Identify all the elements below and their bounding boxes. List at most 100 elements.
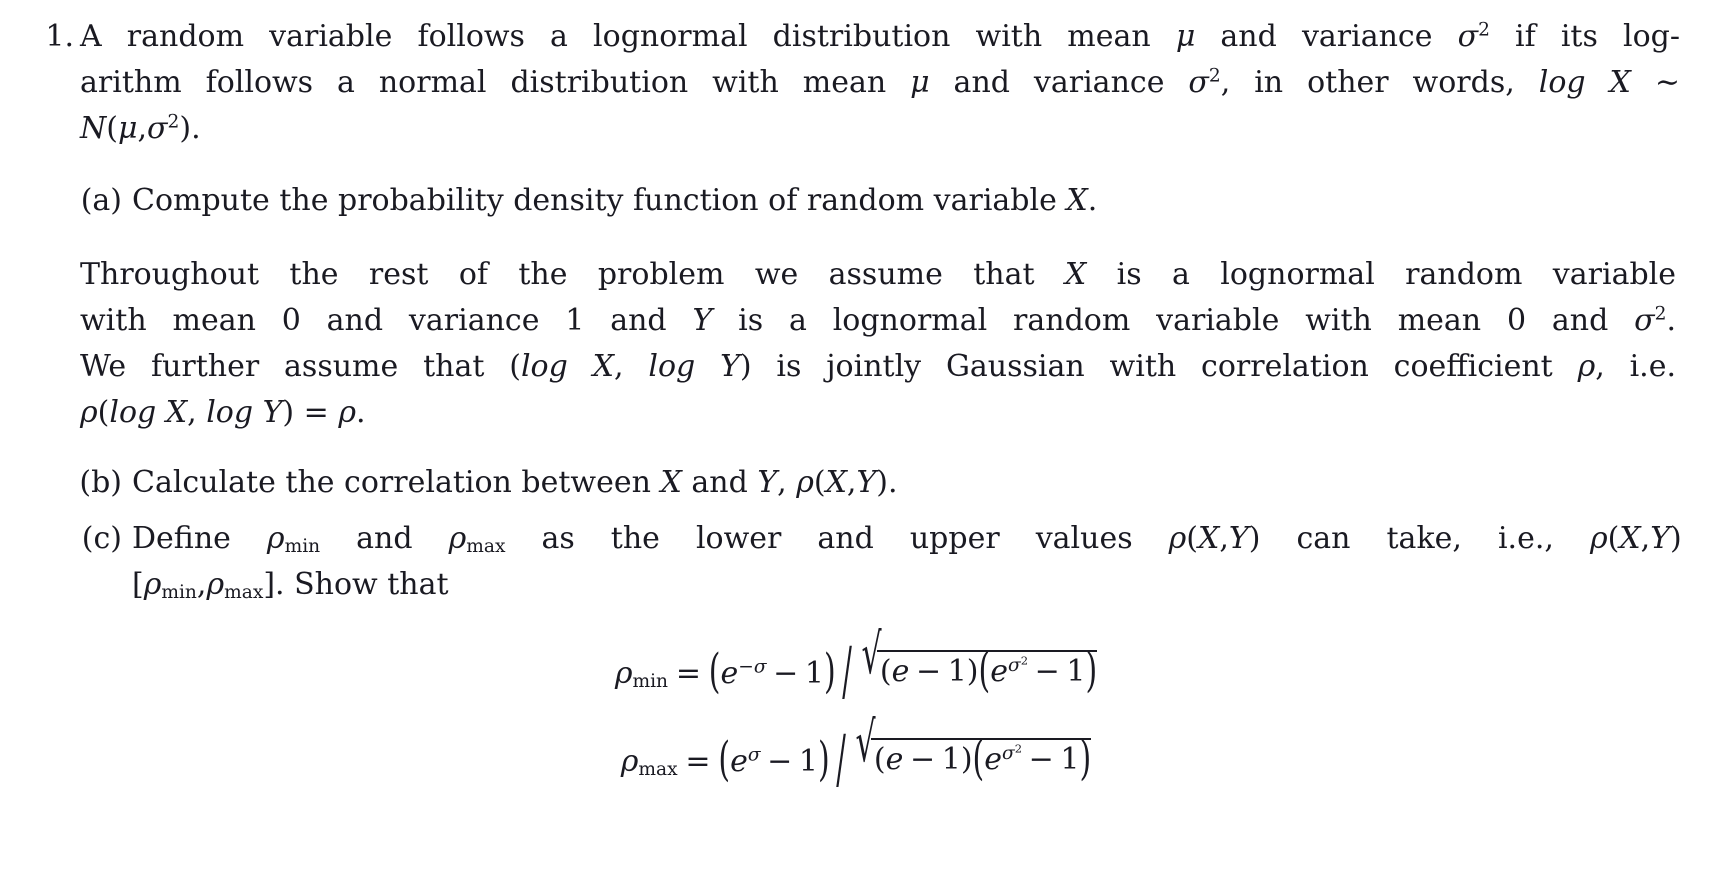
intro-line-2: arithm follows a normal distribution wit… (80, 60, 1680, 106)
mu-symbol-1: μ (1175, 19, 1196, 54)
subitem-b-text-c: . (888, 465, 898, 500)
log-x-m4: log X (109, 395, 188, 430)
var-x-c1: X (1198, 521, 1220, 556)
var-x-c2: X (1619, 521, 1641, 556)
subitem-a-text-a: Compute the probability density function… (132, 183, 1067, 218)
eq1-divide-slash: / (841, 634, 852, 710)
comma-c1: , (1219, 521, 1229, 556)
paren-open-1: ( (106, 111, 118, 146)
eq2-den1-paren-close: ) (960, 742, 973, 778)
eq1-equals: = (675, 656, 701, 691)
problem-item-1: 1. A random variable follows a lognormal… (30, 14, 1680, 152)
mu-symbol-2: μ (910, 65, 930, 100)
mu-symbol-3: μ (117, 111, 138, 146)
subitem-b: (b) Calculate the correlation between X … (68, 460, 1668, 506)
eq2-den2-paren-close: ) (1079, 731, 1092, 787)
eq2-den1-paren-open: ( (873, 742, 886, 778)
middle-paragraph-text: Throughout the rest of the problem we as… (80, 252, 1676, 436)
eq1-num-exponent: −σ (738, 656, 767, 678)
rho-max-symbol-c: ρ (448, 521, 467, 556)
middle-line-2-a: with mean 0 and variance 1 and (80, 303, 693, 338)
var-x-m1: X (1064, 257, 1087, 292)
eq1-lhs-rho: ρ (614, 656, 633, 691)
eq2-den1-minus: − (910, 742, 936, 778)
eq1-den2-exp-sigma: σ (1008, 654, 1021, 676)
subitem-c-line-1: Define ρmin and ρmax as the lower and up… (132, 516, 1712, 562)
paren-open-b: ( (813, 465, 826, 500)
comma-c2: , (1640, 521, 1651, 556)
middle-line-1: Throughout the rest of the problem we as… (80, 252, 1676, 298)
var-x-b2: X (825, 465, 847, 500)
middle-line-2: with mean 0 and variance 1 and Y is a lo… (80, 298, 1676, 344)
eq1-radicand: (e −1)(eσ2−1) (876, 644, 1098, 698)
eq1-num-minus: − (773, 656, 799, 691)
subitem-c-text-c: can take, i.e., (1260, 521, 1590, 556)
subitem-c-text-b: as the lower and upper values (505, 521, 1169, 556)
rho-symbol-m4: ρ (80, 395, 98, 430)
eq2-num-paren-close: ) (817, 733, 830, 789)
eq1-den1-one: 1 (947, 654, 967, 690)
sigma-symbol-3: σ (147, 111, 168, 146)
intro-line-2-text-d: , in other words, (1220, 65, 1539, 100)
eq1-num-one: 1 (804, 656, 824, 691)
rho-min-subscript-c: min (284, 536, 321, 558)
eq2-den2-base: e (984, 742, 1003, 778)
eq2-equals: = (685, 744, 711, 779)
eq2-den2-one: 1 (1060, 742, 1080, 778)
log-y-m4: log Y (206, 395, 283, 430)
subitem-b-text-a: Calculate the correlation between (132, 465, 661, 500)
eq1-num-paren-open: ( (708, 645, 721, 701)
intro-line-2-text-a: arithm follows a normal distribution wit… (80, 65, 911, 100)
subitem-a-text-b: . (1087, 183, 1098, 218)
intro-line-1-text-c: if its log- (1489, 19, 1680, 54)
rho-symbol-c1: ρ (1168, 521, 1187, 556)
exponent-2-c: 2 (167, 111, 180, 133)
rho-min-subscript-c2: min (161, 582, 197, 604)
sigma-symbol-m2: σ (1634, 303, 1655, 338)
middle-line-3: We further assume that (log X, log Y) is… (80, 344, 1676, 390)
eq2-num-paren-open: ( (718, 733, 731, 789)
comma-m4: , (187, 395, 207, 430)
rho-symbol-m3: ρ (1577, 349, 1596, 384)
paren-open-c1: ( (1186, 521, 1198, 556)
eq2-den2-paren-open: ( (972, 731, 985, 787)
eq2-den2-exponent: σ2 (1002, 743, 1022, 764)
subitem-c-and: and (320, 521, 449, 556)
paren-close-c1: ) (1248, 521, 1261, 556)
eq2-num-base: e (730, 744, 748, 779)
eq2-den2-minus: − (1028, 742, 1054, 778)
problem-body: A random variable follows a lognormal di… (80, 14, 1680, 152)
log-y-m3: log Y (648, 349, 740, 384)
eq2-num-one: 1 (798, 744, 818, 779)
eq2-sqrt: √(e −1)(eσ2−1) (852, 711, 1092, 786)
eq2-den1-base: e (885, 742, 904, 778)
subitem-c-marker: (c) (81, 521, 122, 556)
rho-max-subscript-c: max (466, 536, 506, 558)
rho-max-subscript-c2: max (224, 582, 264, 604)
eq2-lhs-rho: ρ (620, 744, 639, 779)
intro-line-2-text-b: and variance (929, 65, 1189, 100)
middle-line-2-c: . (1666, 303, 1676, 338)
intro-paragraph: A random variable follows a lognormal di… (80, 14, 1680, 152)
rho-symbol-m4b: ρ (338, 395, 356, 430)
eq1-den2-paren-close: ) (1085, 643, 1098, 699)
equation-rho-min: ρmin = (e−σ −1) / √(e −1)(eσ2−1) (0, 623, 1712, 710)
paren-close-m4: ) (282, 395, 295, 430)
var-y-c1: Y (1228, 521, 1249, 556)
tilde-symbol: ∼ (1654, 65, 1680, 100)
exponent-2-b: 2 (1208, 65, 1221, 87)
equation-rho-min-content: ρmin = (e−σ −1) / √(e −1)(eσ2−1) (614, 623, 1098, 710)
rho-symbol-b: ρ (796, 465, 814, 500)
rho-symbol-c2: ρ (1589, 521, 1608, 556)
subitem-c-line2-text: . Show that (275, 567, 449, 602)
eq1-den1-base: e (891, 654, 910, 690)
eq2-den2-exp-sigma: σ (1002, 742, 1015, 764)
document-page: 1. A random variable follows a lognormal… (0, 0, 1712, 886)
subitem-a: (a) Compute the probability density func… (68, 178, 1668, 224)
sigma-symbol-2: σ (1188, 65, 1209, 100)
middle-line-3-comma: , (614, 349, 649, 384)
var-y-b: Y (757, 465, 778, 500)
subitem-a-marker: (a) (80, 183, 122, 218)
eq1-den2-exp-power: 2 (1020, 653, 1029, 668)
equation-rho-max: ρmax = (eσ −1) / √(e −1)(eσ2−1) (0, 711, 1712, 798)
